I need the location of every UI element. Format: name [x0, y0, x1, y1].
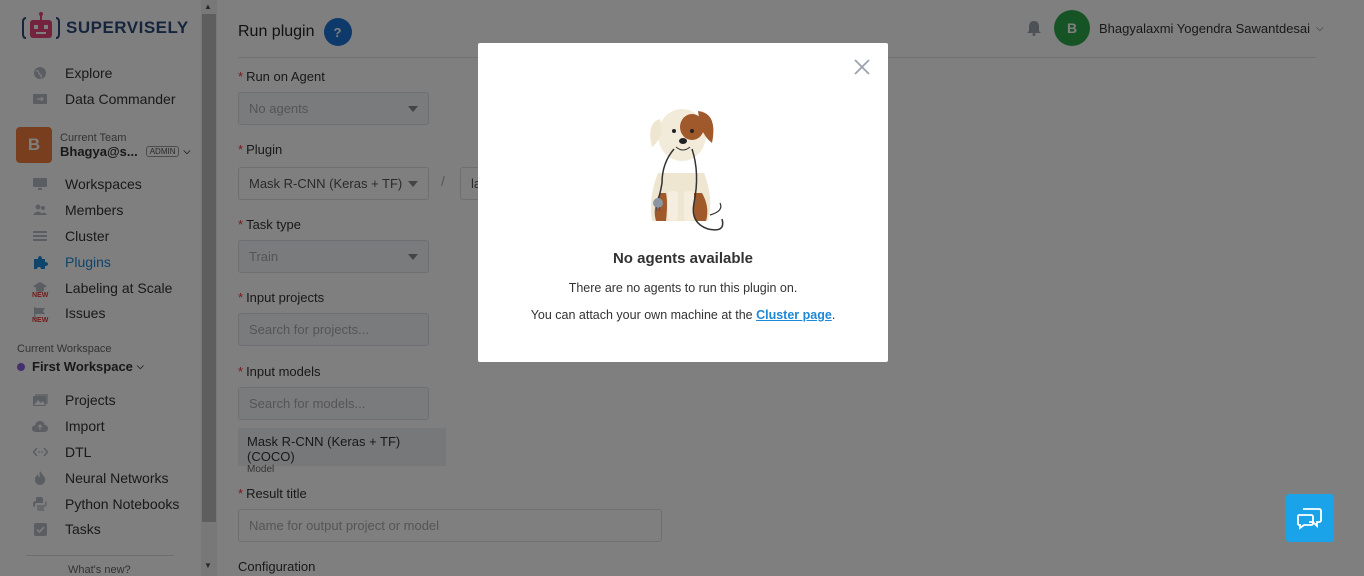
no-agents-dialog: No agents available There are no agents … [478, 43, 888, 362]
chat-bubbles-icon [1297, 508, 1322, 530]
cluster-page-link[interactable]: Cluster page [756, 308, 832, 322]
dialog-message: There are no agents to run this plugin o… [568, 281, 798, 295]
dialog-hint: You can attach your own machine at the C… [478, 308, 888, 322]
dog-illustration [650, 109, 724, 231]
close-icon[interactable] [852, 57, 872, 77]
dialog-title: No agents available [612, 250, 754, 267]
dialog-hint-text: You can attach your own machine at the [530, 308, 757, 322]
dialog-hint-suffix: . [831, 308, 836, 322]
chat-support-button[interactable] [1286, 494, 1334, 542]
